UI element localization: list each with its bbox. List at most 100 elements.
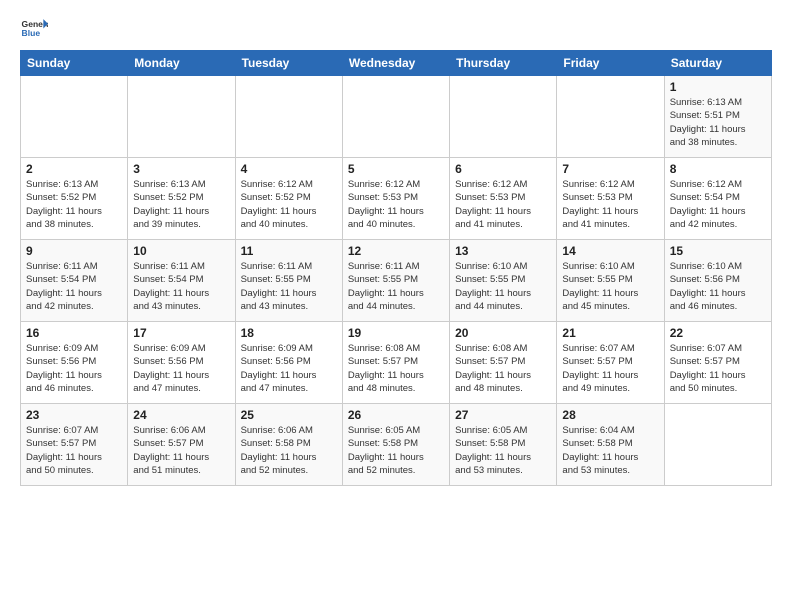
weekday-header-sunday: Sunday (21, 51, 128, 76)
day-number: 7 (562, 162, 658, 176)
calendar-cell: 14 Sunrise: 6:10 AM Sunset: 5:55 PM Dayli… (557, 240, 664, 322)
calendar-cell (450, 76, 557, 158)
day-info: Sunrise: 6:13 AM Sunset: 5:52 PM Dayligh… (133, 178, 229, 231)
calendar-cell: 4Sunrise: 6:12 AM Sunset: 5:52 PM Daylig… (235, 158, 342, 240)
day-info: Sunrise: 6:09 AM Sunset: 5:56 PM Dayligh… (241, 342, 337, 395)
week-row-0: 1 Sunrise: 6:13 AM Sunset: 5:51 PM Daylig… (21, 76, 772, 158)
week-row-2: 9 Sunrise: 6:11 AM Sunset: 5:54 PM Daylig… (21, 240, 772, 322)
day-info: Sunrise: 6:09 AM Sunset: 5:56 PM Dayligh… (26, 342, 122, 395)
day-number: 10 (133, 244, 229, 258)
day-info: Sunrise: 6:09 AM Sunset: 5:56 PM Dayligh… (133, 342, 229, 395)
calendar-cell (128, 76, 235, 158)
calendar-cell: 13 Sunrise: 6:10 AM Sunset: 5:55 PM Dayli… (450, 240, 557, 322)
day-number: 27 (455, 408, 551, 422)
calendar-cell: 5 Sunrise: 6:12 AM Sunset: 5:53 PM Daylig… (342, 158, 449, 240)
calendar-cell (21, 76, 128, 158)
day-info: Sunrise: 6:08 AM Sunset: 5:57 PM Dayligh… (455, 342, 551, 395)
day-number: 25 (241, 408, 337, 422)
day-number: 2 (26, 162, 122, 176)
day-number: 1 (670, 80, 766, 94)
calendar-cell: 7 Sunrise: 6:12 AM Sunset: 5:53 PM Daylig… (557, 158, 664, 240)
day-info: Sunrise: 6:04 AM Sunset: 5:58 PM Dayligh… (562, 424, 658, 477)
day-info: Sunrise: 6:05 AM Sunset: 5:58 PM Dayligh… (348, 424, 444, 477)
calendar-cell (664, 404, 771, 486)
week-row-4: 23 Sunrise: 6:07 AM Sunset: 5:57 PM Dayli… (21, 404, 772, 486)
weekday-header-monday: Monday (128, 51, 235, 76)
calendar-cell (342, 76, 449, 158)
calendar-cell: 20 Sunrise: 6:08 AM Sunset: 5:57 PM Dayli… (450, 322, 557, 404)
day-info: Sunrise: 6:12 AM Sunset: 5:52 PM Dayligh… (241, 178, 337, 231)
day-number: 23 (26, 408, 122, 422)
calendar-cell: 12Sunrise: 6:11 AM Sunset: 5:55 PM Dayli… (342, 240, 449, 322)
calendar-cell: 11 Sunrise: 6:11 AM Sunset: 5:55 PM Dayli… (235, 240, 342, 322)
day-info: Sunrise: 6:12 AM Sunset: 5:53 PM Dayligh… (348, 178, 444, 231)
calendar-cell: 21Sunrise: 6:07 AM Sunset: 5:57 PM Dayli… (557, 322, 664, 404)
svg-text:Blue: Blue (22, 28, 41, 38)
weekday-header-friday: Friday (557, 51, 664, 76)
calendar-body: 1 Sunrise: 6:13 AM Sunset: 5:51 PM Daylig… (21, 76, 772, 486)
day-info: Sunrise: 6:11 AM Sunset: 5:55 PM Dayligh… (241, 260, 337, 313)
day-info: Sunrise: 6:08 AM Sunset: 5:57 PM Dayligh… (348, 342, 444, 395)
day-info: Sunrise: 6:12 AM Sunset: 5:54 PM Dayligh… (670, 178, 766, 231)
calendar-cell: 26 Sunrise: 6:05 AM Sunset: 5:58 PM Dayli… (342, 404, 449, 486)
day-number: 11 (241, 244, 337, 258)
calendar-table: SundayMondayTuesdayWednesdayThursdayFrid… (20, 50, 772, 486)
calendar-page: General Blue SundayMondayTuesdayWednesda… (0, 0, 792, 612)
weekday-header-saturday: Saturday (664, 51, 771, 76)
day-info: Sunrise: 6:05 AM Sunset: 5:58 PM Dayligh… (455, 424, 551, 477)
day-info: Sunrise: 6:10 AM Sunset: 5:55 PM Dayligh… (562, 260, 658, 313)
week-row-1: 2 Sunrise: 6:13 AM Sunset: 5:52 PM Daylig… (21, 158, 772, 240)
calendar-cell: 15 Sunrise: 6:10 AM Sunset: 5:56 PM Dayli… (664, 240, 771, 322)
day-number: 16 (26, 326, 122, 340)
day-info: Sunrise: 6:07 AM Sunset: 5:57 PM Dayligh… (26, 424, 122, 477)
day-number: 15 (670, 244, 766, 258)
logo-icon: General Blue (20, 16, 48, 44)
day-number: 9 (26, 244, 122, 258)
calendar-cell: 23 Sunrise: 6:07 AM Sunset: 5:57 PM Dayli… (21, 404, 128, 486)
weekday-header-row: SundayMondayTuesdayWednesdayThursdayFrid… (21, 51, 772, 76)
day-info: Sunrise: 6:12 AM Sunset: 5:53 PM Dayligh… (455, 178, 551, 231)
day-number: 26 (348, 408, 444, 422)
day-number: 12 (348, 244, 444, 258)
day-info: Sunrise: 6:11 AM Sunset: 5:54 PM Dayligh… (133, 260, 229, 313)
day-number: 8 (670, 162, 766, 176)
day-number: 5 (348, 162, 444, 176)
day-number: 28 (562, 408, 658, 422)
calendar-cell (557, 76, 664, 158)
calendar-cell: 9 Sunrise: 6:11 AM Sunset: 5:54 PM Daylig… (21, 240, 128, 322)
day-number: 14 (562, 244, 658, 258)
calendar-header: SundayMondayTuesdayWednesdayThursdayFrid… (21, 51, 772, 76)
calendar-cell: 10 Sunrise: 6:11 AM Sunset: 5:54 PM Dayli… (128, 240, 235, 322)
day-number: 3 (133, 162, 229, 176)
week-row-3: 16 Sunrise: 6:09 AM Sunset: 5:56 PM Dayli… (21, 322, 772, 404)
calendar-cell: 17 Sunrise: 6:09 AM Sunset: 5:56 PM Dayli… (128, 322, 235, 404)
calendar-cell: 19 Sunrise: 6:08 AM Sunset: 5:57 PM Dayli… (342, 322, 449, 404)
calendar-cell: 25 Sunrise: 6:06 AM Sunset: 5:58 PM Dayli… (235, 404, 342, 486)
weekday-header-wednesday: Wednesday (342, 51, 449, 76)
calendar-cell: 2 Sunrise: 6:13 AM Sunset: 5:52 PM Daylig… (21, 158, 128, 240)
day-number: 13 (455, 244, 551, 258)
calendar-cell: 6 Sunrise: 6:12 AM Sunset: 5:53 PM Daylig… (450, 158, 557, 240)
day-number: 20 (455, 326, 551, 340)
header: General Blue (20, 16, 772, 44)
calendar-cell: 8 Sunrise: 6:12 AM Sunset: 5:54 PM Daylig… (664, 158, 771, 240)
day-info: Sunrise: 6:07 AM Sunset: 5:57 PM Dayligh… (670, 342, 766, 395)
day-number: 17 (133, 326, 229, 340)
day-info: Sunrise: 6:06 AM Sunset: 5:58 PM Dayligh… (241, 424, 337, 477)
day-info: Sunrise: 6:11 AM Sunset: 5:54 PM Dayligh… (26, 260, 122, 313)
day-info: Sunrise: 6:13 AM Sunset: 5:51 PM Dayligh… (670, 96, 766, 149)
calendar-cell: 27 Sunrise: 6:05 AM Sunset: 5:58 PM Dayli… (450, 404, 557, 486)
day-info: Sunrise: 6:10 AM Sunset: 5:56 PM Dayligh… (670, 260, 766, 313)
calendar-cell: 24 Sunrise: 6:06 AM Sunset: 5:57 PM Dayli… (128, 404, 235, 486)
day-info: Sunrise: 6:13 AM Sunset: 5:52 PM Dayligh… (26, 178, 122, 231)
weekday-header-thursday: Thursday (450, 51, 557, 76)
day-info: Sunrise: 6:10 AM Sunset: 5:55 PM Dayligh… (455, 260, 551, 313)
day-number: 6 (455, 162, 551, 176)
calendar-cell: 28 Sunrise: 6:04 AM Sunset: 5:58 PM Dayli… (557, 404, 664, 486)
day-number: 21 (562, 326, 658, 340)
day-info: Sunrise: 6:06 AM Sunset: 5:57 PM Dayligh… (133, 424, 229, 477)
day-number: 24 (133, 408, 229, 422)
day-number: 19 (348, 326, 444, 340)
day-info: Sunrise: 6:12 AM Sunset: 5:53 PM Dayligh… (562, 178, 658, 231)
calendar-cell (235, 76, 342, 158)
